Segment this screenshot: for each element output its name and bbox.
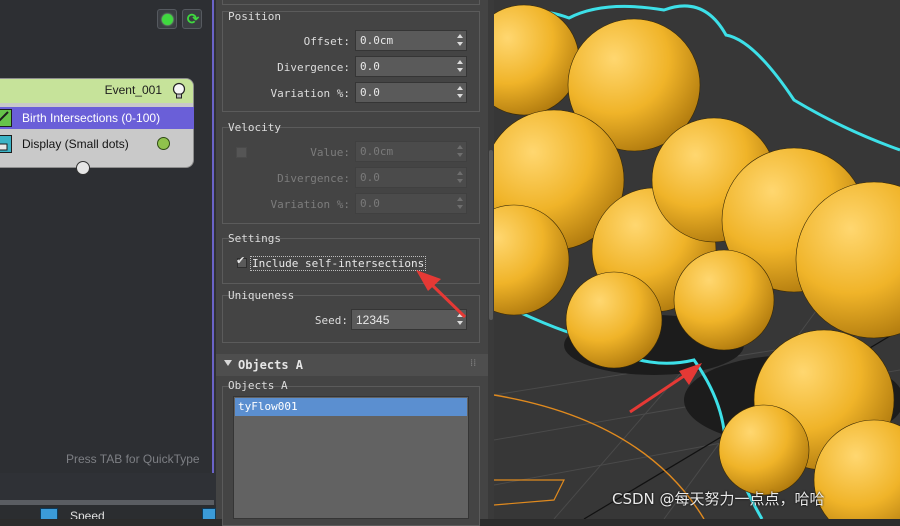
spinner-arrows-icon[interactable] bbox=[457, 85, 463, 99]
variation-value: 0.0 bbox=[360, 86, 380, 99]
rollout-grip-icon[interactable]: ⁞⁞ bbox=[470, 358, 476, 369]
bottom-node-corner-icon bbox=[202, 508, 216, 519]
offset-value: 0.0cm bbox=[360, 34, 394, 47]
divergence-spinner[interactable]: 0.0 bbox=[355, 56, 467, 77]
uniqueness-group-title: Uniqueness bbox=[228, 289, 295, 302]
objects-a-rollout-title[interactable]: Objects A bbox=[238, 358, 303, 372]
lightbulb-icon[interactable] bbox=[171, 82, 187, 100]
spinner-arrows-icon[interactable] bbox=[457, 312, 463, 326]
birth-operator-icon bbox=[0, 109, 12, 127]
spinner-arrows-icon[interactable] bbox=[457, 33, 463, 47]
spinner-arrows-icon[interactable] bbox=[457, 59, 463, 73]
divergence-label: Divergence: bbox=[277, 61, 350, 74]
viewport-scene bbox=[494, 4, 900, 519]
green-dot-icon bbox=[162, 14, 173, 25]
velocity-variation-spinner[interactable]: 0.0 bbox=[355, 193, 467, 214]
event-header[interactable]: Event_001 bbox=[0, 79, 193, 103]
position-group-title: Position bbox=[228, 10, 281, 23]
event-title: Event_001 bbox=[104, 83, 162, 97]
seed-label: Seed: bbox=[314, 314, 348, 327]
spinner-arrows-icon[interactable] bbox=[457, 170, 463, 184]
velocity-variation-label: Variation %: bbox=[270, 198, 350, 211]
seed-spinner[interactable]: 12345 bbox=[351, 309, 467, 330]
velocity-divergence-spinner[interactable]: 0.0 bbox=[355, 167, 467, 188]
quicktype-hint: Press TAB for QuickType bbox=[66, 452, 200, 466]
variation-spinner[interactable]: 0.0 bbox=[355, 82, 467, 103]
velocity-group-title: Velocity bbox=[228, 121, 281, 134]
velocity-divergence-label: Divergence: bbox=[277, 172, 350, 185]
refresh-icon: ⟳ bbox=[186, 10, 200, 28]
display-port[interactable] bbox=[157, 137, 170, 150]
panel-scrollbar-thumb[interactable] bbox=[489, 150, 493, 320]
velocity-value-label: Value: bbox=[310, 146, 350, 159]
list-item-label: tyFlow001 bbox=[238, 400, 298, 413]
operator-birth-intersections[interactable]: Birth Intersections (0-100) bbox=[0, 107, 194, 129]
velocity-divergence-value: 0.0 bbox=[360, 171, 380, 184]
previous-group-box bbox=[222, 0, 480, 5]
display-operator-icon bbox=[0, 135, 12, 153]
event-output-port[interactable] bbox=[76, 161, 90, 175]
3d-viewport[interactable]: CSDN @每天努力一点点，哈哈 bbox=[494, 0, 900, 519]
objects-a-group-title: Objects A bbox=[228, 379, 288, 392]
bottom-event-node[interactable] bbox=[0, 505, 216, 519]
speed-operator-icon bbox=[40, 508, 58, 519]
checkmark-icon: ✔ bbox=[236, 254, 246, 267]
operator-label: Birth Intersections (0-100) bbox=[22, 111, 161, 125]
bottom-event-label: Speed bbox=[70, 509, 105, 519]
reset-simulation-button[interactable]: ⟳ bbox=[182, 9, 202, 29]
spinner-arrows-icon[interactable] bbox=[457, 144, 463, 158]
settings-group-title: Settings bbox=[228, 232, 281, 245]
operator-label: Display (Small dots) bbox=[22, 137, 129, 151]
velocity-value-spinner[interactable]: 0.0cm bbox=[355, 141, 467, 162]
variation-label: Variation %: bbox=[270, 87, 350, 100]
watermark-text: CSDN @每天努力一点点，哈哈 bbox=[612, 490, 825, 508]
event-node[interactable]: Event_001 Birth Intersections (0-100) Di… bbox=[0, 79, 194, 175]
orange-helper-shape bbox=[494, 479, 565, 506]
divergence-value: 0.0 bbox=[360, 60, 380, 73]
offset-label: Offset: bbox=[303, 35, 350, 48]
seed-value: 12345 bbox=[356, 313, 390, 327]
particle-spheres bbox=[494, 4, 900, 519]
flow-editor[interactable]: ⟳ Event_001 Birth Intersections (0-100) … bbox=[0, 0, 216, 519]
spinner-arrows-icon[interactable] bbox=[457, 196, 463, 210]
enable-flow-button[interactable] bbox=[157, 9, 177, 29]
velocity-value: 0.0cm bbox=[360, 145, 394, 158]
flow-canvas[interactable] bbox=[0, 0, 214, 473]
offset-spinner[interactable]: 0.0cm bbox=[355, 30, 467, 51]
collapse-triangle-icon[interactable] bbox=[224, 360, 232, 366]
include-self-intersections-label[interactable]: Include self-intersections bbox=[250, 256, 427, 271]
velocity-variation-value: 0.0 bbox=[360, 197, 380, 210]
